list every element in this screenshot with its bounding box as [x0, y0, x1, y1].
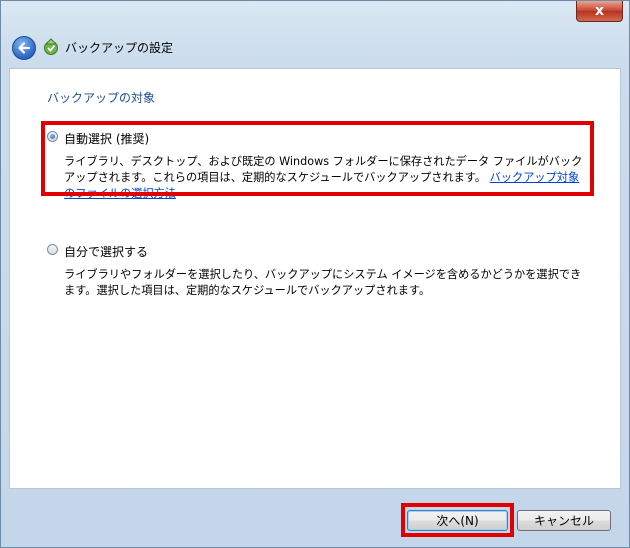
option-manual-description-text: ライブラリやフォルダーを選択したり、バックアップにシステム イメージを含めるかど… — [64, 268, 582, 297]
close-icon: x — [594, 3, 605, 19]
cancel-button[interactable]: キャンセル — [517, 510, 611, 531]
navigation-bar: バックアップの設定 — [1, 29, 629, 63]
radio-manual[interactable] — [47, 244, 58, 255]
content-panel: バックアップの対象 自動選択 (推奨) ライブラリ、デスクトップ、および既定の … — [9, 68, 621, 489]
close-button[interactable]: x — [576, 1, 623, 22]
backup-settings-window: x バックアップの設定 バックアップの対象 自動選択 (推奨) ライブラリ、デス… — [0, 0, 630, 548]
back-button[interactable] — [12, 36, 36, 60]
window-title: バックアップの設定 — [65, 41, 174, 55]
option-manual-description: ライブラリやフォルダーを選択したり、バックアップにシステム イメージを含めるかど… — [64, 267, 590, 299]
highlight-box-automatic — [41, 121, 594, 196]
backup-app-icon — [44, 38, 58, 55]
cancel-button-label: キャンセル — [533, 514, 594, 528]
option-manual-label[interactable]: 自分で選択する — [64, 243, 148, 260]
highlight-box-next — [401, 503, 514, 537]
back-arrow-icon — [18, 42, 31, 54]
section-title: バックアップの対象 — [47, 91, 156, 105]
